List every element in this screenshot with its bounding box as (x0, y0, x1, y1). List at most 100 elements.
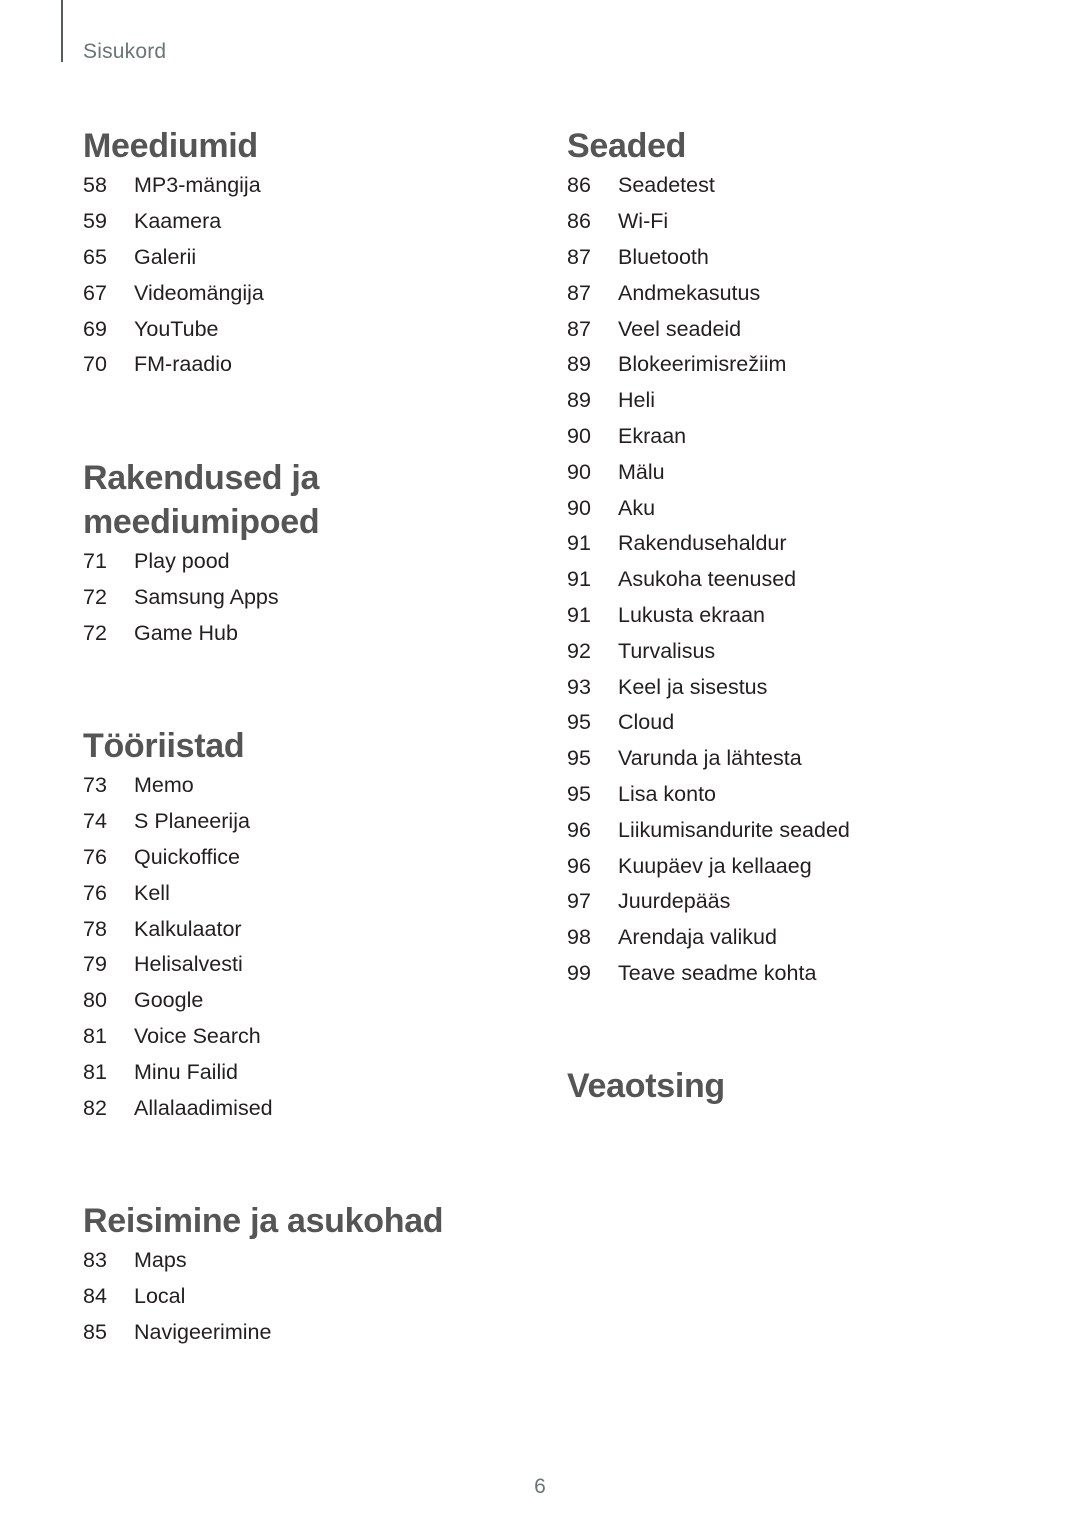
toc-entry-page: 91 (567, 531, 591, 556)
toc-entry[interactable]: 89 Blokeerimisrežiim (567, 347, 1007, 383)
toc-entry[interactable]: 81 Voice Search (83, 1019, 523, 1055)
toc-entry[interactable]: 98 Arendaja valikud (567, 920, 1007, 956)
toc-entry[interactable]: 95 Lisa konto (567, 777, 1007, 813)
toc-entry-label: Cloud (618, 710, 675, 735)
toc-entry[interactable]: 87 Veel seadeid (567, 311, 1007, 347)
toc-entry[interactable]: 86 Seadetest (567, 168, 1007, 204)
toc-entry[interactable]: 59 Kaamera (83, 204, 523, 240)
toc-entry-page: 59 (83, 209, 107, 234)
toc-list: 73 Memo 74 S Planeerija 76 Quickoffice 76 Kell 7… (83, 768, 523, 1126)
toc-entry[interactable]: 90 Ekraan (567, 419, 1007, 455)
section-title[interactable]: Meediumid (83, 124, 523, 168)
section-title[interactable]: Tööriistad (83, 724, 523, 768)
toc-entry[interactable]: 86 Wi-Fi (567, 204, 1007, 240)
toc-entry-page: 74 (83, 809, 107, 834)
toc-entry[interactable]: 87 Bluetooth (567, 240, 1007, 276)
toc-entry-page: 92 (567, 638, 591, 663)
toc-entry[interactable]: 67 Videomängija (83, 275, 523, 311)
toc-entry-page: 96 (567, 853, 591, 878)
toc-entry-page: 98 (567, 925, 591, 950)
toc-entry[interactable]: 91 Rakendusehaldur (567, 526, 1007, 562)
toc-entry-page: 86 (567, 209, 591, 234)
section-title[interactable]: Veaotsing (567, 1064, 1007, 1108)
toc-entry[interactable]: 90 Mälu (567, 454, 1007, 490)
toc-entry[interactable]: 80 Google (83, 983, 523, 1019)
toc-section-meediumid: Meediumid 58 MP3-mängija 59 Kaamera 65 Galeri… (83, 124, 523, 383)
toc-entry-label: Minu Failid (134, 1059, 238, 1084)
toc-entry-label: Wi-Fi (618, 209, 669, 234)
toc-entry[interactable]: 76 Kell (83, 875, 523, 911)
toc-entry[interactable]: 91 Asukoha teenused (567, 562, 1007, 598)
toc-entry-label: Kaamera (134, 209, 222, 234)
toc-entry-page: 84 (83, 1284, 107, 1309)
toc-entry-page: 95 (567, 710, 591, 735)
toc-entry[interactable]: 99 Teave seadme kohta (567, 956, 1007, 992)
toc-entry-page: 76 (83, 880, 107, 905)
toc-entry-label: S Planeerija (134, 809, 250, 834)
toc-entry[interactable]: 70 FM-raadio (83, 347, 523, 383)
toc-entry-page: 90 (567, 423, 591, 448)
toc-entry-label: Memo (134, 773, 194, 798)
toc-entry-page: 72 (83, 620, 107, 645)
toc-entry-label: Aku (618, 495, 656, 520)
toc-entry-page: 87 (567, 280, 591, 305)
toc-entry-label: YouTube (134, 316, 219, 341)
toc-entry-page: 90 (567, 459, 591, 484)
toc-entry-page: 82 (83, 1095, 107, 1120)
toc-section-reisimine: Reisimine ja asukohad 83 Maps 84 Local 85 Nav… (83, 1199, 523, 1350)
toc-entry-page: 89 (567, 352, 591, 377)
toc-entry[interactable]: 81 Minu Failid (83, 1054, 523, 1090)
toc-entry-page: 99 (567, 960, 591, 985)
toc-entry-page: 85 (83, 1319, 107, 1344)
toc-entry[interactable]: 78 Kalkulaator (83, 911, 523, 947)
toc-entry[interactable]: 73 Memo (83, 768, 523, 804)
toc-entry-page: 81 (83, 1059, 107, 1084)
toc-entry[interactable]: 93 Keel ja sisestus (567, 669, 1007, 705)
toc-entry-label: Rakendusehaldur (618, 531, 787, 556)
toc-entry[interactable]: 65 Galerii (83, 240, 523, 276)
toc-entry-label: FM-raadio (134, 352, 232, 377)
toc-entry[interactable]: 95 Varunda ja lähtesta (567, 741, 1007, 777)
toc-entry[interactable]: 79 Helisalvesti (83, 947, 523, 983)
toc-entry[interactable]: 72 Game Hub (83, 616, 523, 652)
toc-entry[interactable]: 71 Play pood (83, 544, 523, 580)
toc-entry-label: Galerii (134, 244, 197, 269)
toc-entry[interactable]: 76 Quickoffice (83, 840, 523, 876)
toc-list: 86 Seadetest 86 Wi-Fi 87 Bluetooth 87 Andmekasu… (567, 168, 1007, 991)
toc-entry-label: MP3-mängija (134, 173, 261, 198)
toc-entry-label: Varunda ja lähtesta (618, 746, 802, 771)
toc-section-tooriistad: Tööriistad 73 Memo 74 S Planeerija 76 Quickof… (83, 724, 523, 1126)
section-title[interactable]: Rakendused ja meediumipoed (83, 456, 523, 544)
toc-entry-label: Turvalisus (618, 638, 716, 663)
section-title[interactable]: Seaded (567, 124, 1007, 168)
toc-entry-page: 91 (567, 602, 591, 627)
toc-entry[interactable]: 91 Lukusta ekraan (567, 598, 1007, 634)
toc-entry-page: 95 (567, 781, 591, 806)
toc-entry-label: Videomängija (134, 280, 264, 305)
toc-entry[interactable]: 72 Samsung Apps (83, 580, 523, 616)
toc-entry[interactable]: 82 Allalaadimised (83, 1090, 523, 1126)
toc-entry[interactable]: 69 YouTube (83, 311, 523, 347)
toc-entry-label: Seadetest (618, 173, 715, 198)
toc-entry[interactable]: 83 Maps (83, 1243, 523, 1279)
toc-entry[interactable]: 87 Andmekasutus (567, 275, 1007, 311)
toc-entry-page: 78 (83, 916, 107, 941)
toc-entry[interactable]: 90 Aku (567, 490, 1007, 526)
toc-entry[interactable]: 89 Heli (567, 383, 1007, 419)
toc-entry[interactable]: 92 Turvalisus (567, 633, 1007, 669)
toc-entry[interactable]: 85 Navigeerimine (83, 1315, 523, 1351)
toc-list: 71 Play pood 72 Samsung Apps 72 Game Hub (83, 544, 523, 651)
toc-entry[interactable]: 58 MP3-mängija (83, 168, 523, 204)
toc-entry-label: Google (134, 988, 204, 1013)
toc-entry[interactable]: 84 Local (83, 1279, 523, 1315)
toc-entry[interactable]: 96 Kuupäev ja kellaaeg (567, 848, 1007, 884)
toc-entry[interactable]: 97 Juurdepääs (567, 884, 1007, 920)
toc-entry[interactable]: 95 Cloud (567, 705, 1007, 741)
toc-entry-label: Samsung Apps (134, 585, 279, 610)
toc-entry-label: Teave seadme kohta (618, 960, 817, 985)
section-title[interactable]: Reisimine ja asukohad (83, 1199, 523, 1243)
toc-entry[interactable]: 74 S Planeerija (83, 804, 523, 840)
toc-entry[interactable]: 96 Liikumisandurite seaded (567, 812, 1007, 848)
toc-entry-label: Mälu (618, 459, 665, 484)
toc-entry-label: Andmekasutus (618, 280, 761, 305)
